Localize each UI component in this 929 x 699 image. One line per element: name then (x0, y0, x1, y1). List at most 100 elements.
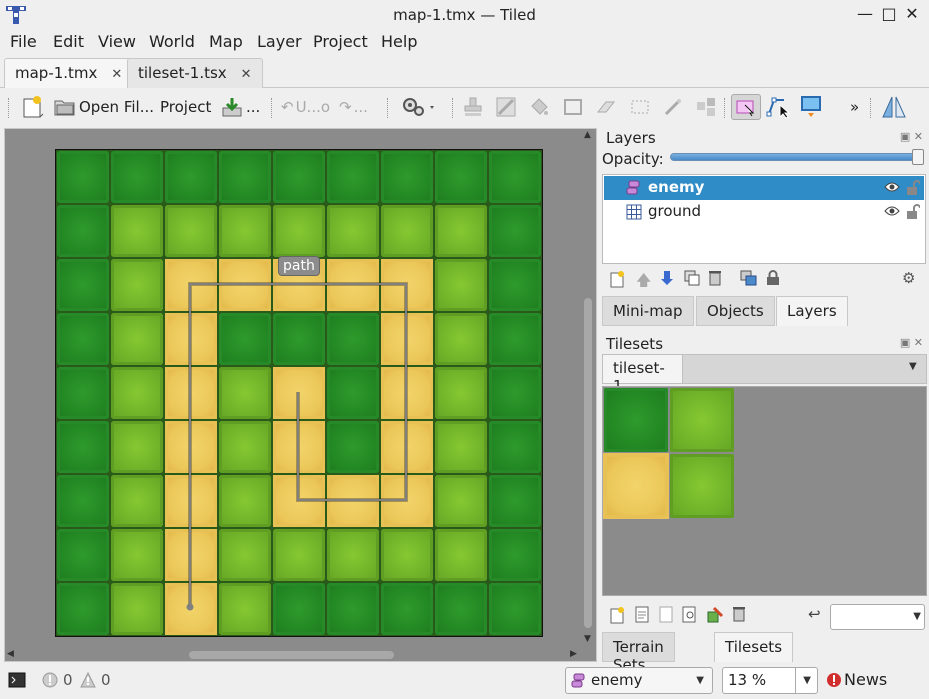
duplicate-layer-icon[interactable] (684, 270, 700, 286)
close-window-button[interactable]: ✕ (902, 4, 922, 24)
eraser-icon (596, 101, 616, 113)
tileset-tile-selected[interactable] (603, 453, 669, 519)
select-same-tile-tool[interactable] (695, 94, 717, 120)
select-objects-tool[interactable] (731, 94, 761, 120)
path-polyline-object[interactable] (56, 150, 543, 637)
scroll-right-arrow-icon[interactable]: ▶ (570, 649, 577, 659)
menu-world[interactable]: World (149, 32, 195, 51)
current-layer-select[interactable]: enemy ▼ (565, 667, 713, 694)
tileset-menu-arrow-icon[interactable]: ▼ (909, 361, 917, 372)
toolbar-overflow-button[interactable]: » (850, 94, 859, 120)
remove-tileset-trash-icon[interactable] (732, 606, 746, 622)
menu-map[interactable]: Map (209, 32, 243, 51)
open-file-button[interactable]: Open Fil... (54, 94, 154, 120)
scroll-down-arrow-icon[interactable]: ▼ (584, 634, 591, 644)
open-project-button[interactable]: Project (160, 94, 211, 120)
object-name-label: path (278, 256, 320, 276)
save-button[interactable]: ... (221, 94, 260, 120)
stamp-brush-tool[interactable] (462, 94, 484, 120)
menu-help[interactable]: Help (381, 32, 417, 51)
object-layer-icon (626, 180, 640, 195)
tab-objects[interactable]: Objects (696, 296, 775, 326)
edit-polygons-tool[interactable] (766, 94, 792, 120)
vertical-scroll-thumb[interactable] (584, 298, 592, 628)
tab-map-1[interactable]: map-1.tmx ✕ (4, 58, 134, 88)
news-button[interactable]: News (826, 670, 887, 689)
new-tileset-icon[interactable] (610, 606, 626, 624)
bucket-fill-tool[interactable] (528, 94, 550, 120)
unlocked-padlock-icon[interactable] (906, 180, 920, 196)
insert-rectangle-tool[interactable] (800, 94, 822, 120)
vertical-scrollbar[interactable]: ▲ ▼ (580, 128, 596, 648)
scroll-up-arrow-icon[interactable]: ▲ (584, 130, 591, 140)
minimize-button[interactable]: — (855, 4, 875, 24)
menu-edit[interactable]: Edit (53, 32, 84, 51)
unlocked-padlock-icon[interactable] (906, 204, 920, 220)
horizontal-scrollbar[interactable]: ◀ ▶ (4, 648, 580, 662)
layer-row-enemy[interactable]: enemy (604, 176, 924, 200)
command-button[interactable] (402, 94, 436, 120)
tileset-tile[interactable] (670, 388, 734, 452)
redo-button[interactable]: ↷ ... (339, 94, 368, 120)
menu-view[interactable]: View (98, 32, 136, 51)
console-icon[interactable] (8, 672, 26, 688)
visibility-eye-icon[interactable] (884, 181, 900, 193)
tab-tileset-1[interactable]: tileset-1.tsx ✕ (127, 58, 263, 88)
toolbar-separator (8, 98, 10, 118)
eraser-tool[interactable] (595, 94, 617, 120)
tab-mini-map[interactable]: Mini-map (602, 296, 694, 326)
opacity-slider-handle[interactable] (912, 149, 924, 165)
tileset-view[interactable] (602, 386, 927, 596)
export-tileset-icon[interactable] (658, 606, 674, 624)
magic-wand-tool[interactable] (662, 94, 684, 120)
map-view[interactable]: path (4, 128, 597, 662)
close-tab-icon[interactable]: ✕ (241, 67, 252, 82)
error-icon[interactable] (42, 672, 58, 688)
layer-row-ground[interactable]: ground (604, 200, 924, 224)
tileset-zoom-combo[interactable]: ▼ (830, 604, 925, 630)
opacity-slider[interactable] (670, 149, 924, 165)
remove-layer-trash-icon[interactable] (708, 270, 722, 286)
edit-tileset-icon[interactable] (682, 606, 698, 624)
menu-project[interactable]: Project (313, 32, 368, 51)
undo-button[interactable]: ↶ U...o (281, 94, 330, 120)
terrain-brush-tool[interactable] (495, 94, 517, 120)
scroll-left-arrow-icon[interactable]: ◀ (7, 649, 14, 659)
new-layer-icon[interactable] (610, 270, 626, 288)
map-canvas[interactable]: path (55, 149, 543, 637)
gears-icon (403, 98, 434, 116)
return-arrow-icon[interactable]: ↩ (808, 605, 821, 623)
select-objects-icon (736, 100, 755, 117)
shape-fill-tool[interactable] (562, 94, 584, 120)
tab-terrain-sets[interactable]: Terrain Sets (602, 632, 675, 674)
layer-list[interactable]: enemy ground (602, 174, 926, 264)
menu-file[interactable]: File (10, 32, 37, 51)
tab-layers[interactable]: Layers (776, 296, 848, 326)
embed-tileset-icon[interactable] (634, 606, 650, 624)
tileset-tile[interactable] (604, 388, 668, 452)
dock-options-icon[interactable]: ⚙ (902, 269, 915, 287)
layer-overlay-icon[interactable] (740, 270, 758, 286)
menu-layer[interactable]: Layer (257, 32, 302, 51)
toolbar-separator (452, 98, 454, 118)
dock-float-close-icons[interactable]: ▣ ✕ (900, 130, 923, 143)
visibility-eye-icon[interactable] (884, 205, 900, 217)
tab-tilesets[interactable]: Tilesets (714, 632, 794, 662)
rectangle-select-tool[interactable] (629, 94, 651, 120)
new-file-button[interactable] (22, 94, 44, 120)
maximize-button[interactable]: □ (879, 4, 899, 24)
dock-float-close-icons[interactable]: ▣ ✕ (900, 336, 923, 349)
tileset-tab[interactable]: tileset-1 (603, 355, 683, 395)
raise-layer-icon[interactable]: 🡅 (636, 270, 651, 295)
lock-layer-icon[interactable] (766, 270, 780, 286)
warning-icon[interactable] (80, 672, 96, 688)
horizontal-scroll-thumb[interactable] (189, 651, 394, 659)
lower-layer-icon[interactable] (660, 270, 674, 286)
zoom-select[interactable]: 13 % ▼ (722, 667, 818, 694)
redo-arrow-icon: ↷ (339, 98, 352, 116)
close-tab-icon[interactable]: ✕ (111, 67, 122, 82)
flip-horizontal-button[interactable] (880, 94, 908, 120)
select-same-icon (697, 98, 715, 116)
tileset-tile[interactable] (670, 454, 734, 518)
tileset-properties-icon[interactable] (706, 606, 724, 624)
